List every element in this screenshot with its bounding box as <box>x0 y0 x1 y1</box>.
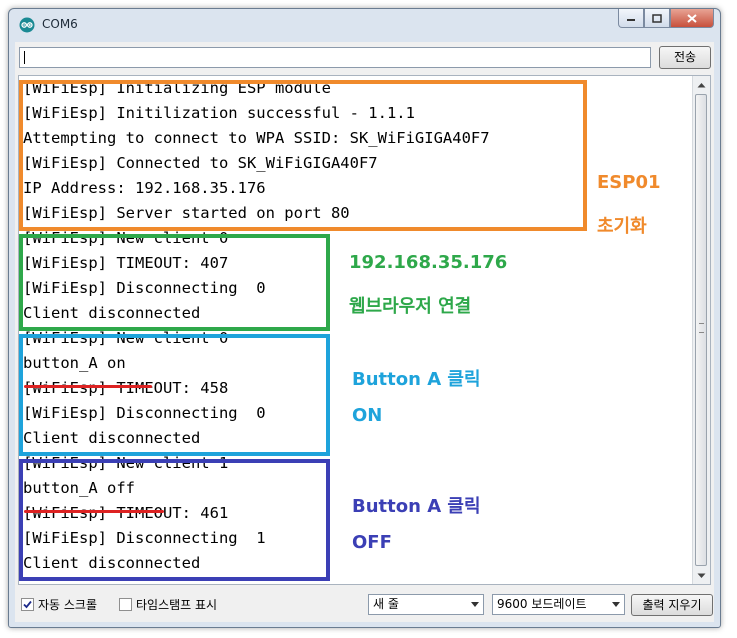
chevron-up-icon <box>697 82 706 87</box>
scroll-up-button[interactable] <box>693 76 710 93</box>
grip-icon <box>699 323 704 333</box>
esp-annotation-sub: 초기화 <box>597 216 647 237</box>
esp-annotation-title: ESP01 <box>597 172 661 193</box>
off-annotation-title: Button A 클릭 <box>352 496 481 517</box>
clear-output-button[interactable]: 출력 지우기 <box>631 594 713 616</box>
web-connect-box <box>19 234 330 331</box>
button-on-underline <box>24 385 152 388</box>
footer-bar: 자동 스크롤 타임스탬프 표시 새 줄 9600 보드레이트 출력 지우기 <box>15 590 714 618</box>
line-ending-value: 새 줄 <box>373 597 399 611</box>
close-button[interactable] <box>670 9 714 28</box>
scrollbar-thumb[interactable] <box>695 94 707 566</box>
line-ending-select[interactable]: 새 줄 <box>368 594 484 615</box>
text-caret <box>24 51 25 64</box>
baud-rate-value: 9600 보드레이트 <box>497 597 587 611</box>
client-area: 전송 [WiFiEsp] Initializing ESP module [WiF… <box>15 42 714 622</box>
title-bar: COM6 <box>9 9 720 41</box>
send-button[interactable]: 전송 <box>659 46 711 69</box>
autoscroll-label: 자동 스크롤 <box>38 598 98 612</box>
arduino-icon <box>19 17 35 33</box>
checkmark-icon <box>23 600 32 609</box>
web-annotation-sub: 웹브라우저 연결 <box>349 296 472 317</box>
maximize-button[interactable] <box>644 9 670 28</box>
serial-input[interactable] <box>19 47 651 68</box>
minimize-icon <box>627 19 635 21</box>
scroll-down-button[interactable] <box>693 567 710 584</box>
off-annotation-sub: OFF <box>352 532 392 553</box>
button-on-box <box>19 334 330 456</box>
timestamp-checkbox[interactable] <box>119 598 132 611</box>
dropdown-arrow-icon <box>471 602 479 607</box>
on-annotation-sub: ON <box>352 405 383 426</box>
baud-rate-select[interactable]: 9600 보드레이트 <box>492 594 625 615</box>
button-off-box <box>19 459 330 581</box>
vertical-scrollbar[interactable] <box>692 76 710 584</box>
serial-monitor-window: COM6 전송 [WiFiEsp] Initializing ESP modul… <box>8 8 721 628</box>
web-annotation-title: 192.168.35.176 <box>349 252 508 273</box>
dropdown-arrow-icon <box>612 602 620 607</box>
close-icon <box>687 13 697 23</box>
chevron-down-icon <box>697 573 706 578</box>
esp-init-box <box>19 80 587 231</box>
serial-output[interactable]: [WiFiEsp] Initializing ESP module [WiFiEs… <box>18 75 711 585</box>
maximize-icon <box>652 13 662 23</box>
window-title: COM6 <box>42 17 78 31</box>
button-off-underline <box>24 510 164 513</box>
minimize-button[interactable] <box>618 9 644 28</box>
timestamp-label: 타임스탬프 표시 <box>136 598 218 612</box>
autoscroll-checkbox[interactable] <box>21 598 34 611</box>
on-annotation-title: Button A 클릭 <box>352 369 481 390</box>
